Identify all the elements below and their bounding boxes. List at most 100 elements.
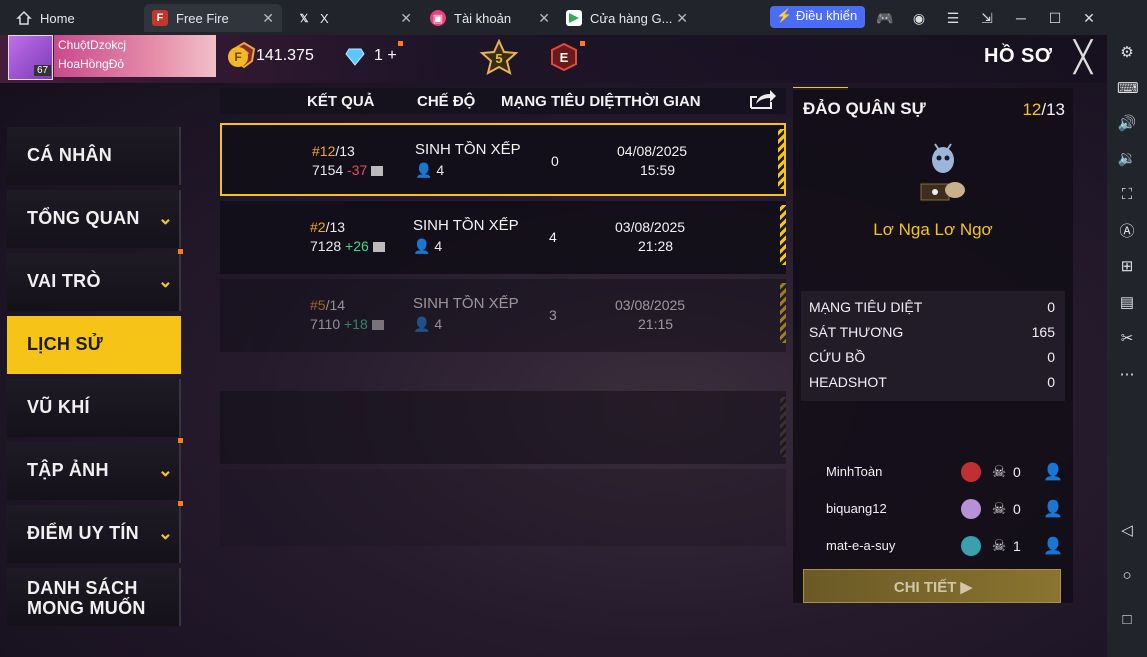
restore-icon[interactable]: ⇲ — [978, 9, 996, 27]
menu-item[interactable]: CÁ NHÂN — [7, 127, 181, 185]
home-circle-icon[interactable]: ○ — [1117, 566, 1137, 586]
menu-item[interactable]: VAI TRÒ ⌄ — [7, 249, 183, 311]
user-account-icon[interactable]: ◉ — [910, 9, 928, 27]
notification-dot — [580, 41, 585, 46]
skull-icon: ☠ — [991, 501, 1007, 518]
stat-value: 0 — [1047, 374, 1055, 390]
score-delta: +18 — [344, 316, 368, 332]
match-rank: #2/13 — [310, 219, 345, 235]
tab-play-store[interactable]: Cửa hàng G... ✕ — [558, 4, 696, 32]
score-value: 7154 — [312, 162, 344, 178]
volume-up-icon[interactable]: 🔊 — [1117, 114, 1137, 134]
menu-item[interactable]: TỔNG QUAN ⌄ — [7, 190, 181, 248]
maximize-icon[interactable]: ☐ — [1046, 9, 1064, 27]
person-icon: 👤 — [413, 238, 431, 254]
stat-label: HEADSHOT — [809, 374, 887, 390]
match-detail-panel: ĐẢO QUÂN SỰ 12/13 Lơ Nga Lơ Ngơ MẠNG TIÊ… — [793, 88, 1073, 603]
team-count: 4 — [434, 238, 443, 254]
scissors-icon[interactable]: ✂ — [1117, 329, 1137, 349]
rank-points: 7110 +18 — [310, 316, 384, 332]
macro-icon[interactable]: Ⓐ — [1117, 222, 1137, 242]
row-stripe — [780, 205, 786, 265]
match-rank: 12/13 — [1022, 100, 1065, 120]
skull-icon: ☠ — [991, 464, 1007, 481]
player-name: biquang12 — [826, 501, 887, 516]
tab-x[interactable]: 𝕏 X ✕ — [288, 4, 420, 32]
multi-instance-icon[interactable]: ⊞ — [1117, 257, 1137, 277]
share-icon[interactable] — [748, 88, 778, 112]
game-mode: SINH TỒN XẾP HẠ — [415, 141, 521, 158]
tab-free-fire[interactable]: F Free Fire ✕ — [144, 4, 282, 32]
close-tab-icon[interactable]: ✕ — [676, 10, 688, 27]
elite-pass-icon[interactable]: E — [550, 43, 578, 71]
tab-label: Free Fire — [176, 10, 229, 26]
score-value: 7110 — [310, 316, 341, 332]
gamepad-icon[interactable]: 🎮 — [876, 9, 894, 27]
kill-count: 4 — [549, 229, 557, 245]
menu-item[interactable]: TẬP ẢNH ⌄ — [7, 438, 183, 500]
person-icon: 👤 — [413, 316, 431, 332]
add-friend-icon[interactable]: 👤 — [1043, 462, 1063, 482]
page-title: HỒ SƠ — [984, 45, 1053, 67]
row-stripe — [780, 397, 786, 457]
back-icon[interactable]: ◁ — [1117, 521, 1137, 541]
level-badge: 67 — [34, 65, 52, 76]
rank-value: #5 — [310, 297, 326, 313]
player-kills: 0 — [1013, 501, 1021, 517]
menu-item[interactable]: LỊCH SỬ — [7, 316, 181, 374]
menu-item[interactable]: DANH SÁCH MONG MUỐN — [7, 568, 181, 626]
minimize-icon[interactable]: ─ — [1012, 9, 1030, 27]
match-row[interactable]: #5/14 7110 +18 SINH TỒN XẾP HẠ 👤 4 3 03/08/2… — [220, 279, 786, 352]
match-time: 21:28 — [638, 238, 674, 254]
menu-item-label: VŨ KHÍ — [27, 397, 90, 417]
tab-label: Cửa hàng G... — [590, 10, 673, 26]
volume-down-icon[interactable]: 🔉 — [1117, 149, 1137, 169]
close-profile-icon[interactable]: ╳ — [1068, 43, 1098, 73]
close-tab-icon[interactable]: ✕ — [262, 10, 274, 27]
control-button[interactable]: ⚡ Điều khiển — [770, 6, 866, 28]
close-tab-icon[interactable]: ✕ — [400, 10, 412, 27]
menu-item-label: CÁ NHÂN — [27, 145, 113, 165]
recents-icon[interactable]: □ — [1117, 610, 1137, 630]
team-size: 👤 4 — [413, 238, 442, 255]
note-icon — [371, 166, 384, 177]
tab-home[interactable]: Home — [8, 4, 144, 32]
add-diamond-button[interactable]: + — [387, 47, 396, 64]
close-window-icon[interactable]: ✕ — [1080, 9, 1098, 27]
stat-headshot: HEADSHOT 0 — [809, 374, 1055, 390]
kill-count: 0 — [551, 153, 559, 169]
tab-account[interactable]: ▣ Tài khoản ✕ — [422, 4, 558, 32]
keyboard-icon[interactable]: ⌨ — [1117, 79, 1139, 99]
diamond-icon — [345, 48, 365, 66]
menu-item[interactable]: VŨ KHÍ — [7, 379, 181, 437]
match-row[interactable]: #2/137128 +26 SINH TỒN XẾP HẠ👤 4403/08/2… — [220, 201, 786, 274]
menu-item[interactable]: ĐIỂM UY TÍN ⌄ — [7, 501, 183, 563]
match-date: 04/08/2025 — [617, 143, 688, 159]
more-icon[interactable]: ⋯ — [1117, 365, 1137, 385]
rank-points: 7128 +26 — [310, 238, 385, 254]
details-button[interactable]: CHI TIẾT ▶ — [803, 569, 1061, 603]
apk-icon[interactable]: ▤ — [1117, 293, 1137, 313]
add-friend-icon[interactable]: 👤 — [1043, 499, 1063, 519]
diamond-balance[interactable]: 1 + — [374, 47, 397, 65]
menu-icon[interactable]: ☰ — [944, 9, 962, 27]
match-date: 03/08/2025 — [615, 219, 686, 235]
menu-item-label: ĐIỂM UY TÍN — [27, 523, 139, 543]
close-tab-icon[interactable]: ✕ — [538, 10, 550, 27]
notification-dot — [398, 41, 403, 46]
rank-total: /13 — [325, 219, 346, 235]
name-banner[interactable]: ChuộtDzokcj HoaHồngĐỏ — [54, 35, 256, 77]
rank-star-icon[interactable]: 5 — [478, 39, 520, 75]
character-name: Lơ Nga Lơ Ngơ — [873, 220, 993, 239]
row-stripe — [780, 283, 786, 343]
match-row[interactable]: #12/13 7154 -37 SINH TỒN XẾP HẠ 👤 4 0 04/08/… — [220, 123, 786, 196]
fullscreen-icon[interactable]: ⛶ — [1117, 185, 1137, 205]
rank-total: /13 — [1041, 100, 1065, 119]
match-stats: MẠNG TIÊU DIỆT 0 SÁT THƯƠNG 165 CỨU BỒ 0 HE… — [801, 291, 1065, 401]
settings-icon[interactable]: ⚙ — [1117, 43, 1137, 63]
tab-label: Home — [40, 10, 75, 26]
person-icon: 👤 — [415, 162, 433, 178]
add-friend-icon[interactable]: 👤 — [1043, 536, 1063, 556]
gold-coin-icon: F — [228, 47, 248, 67]
free-fire-icon: F — [152, 10, 168, 26]
